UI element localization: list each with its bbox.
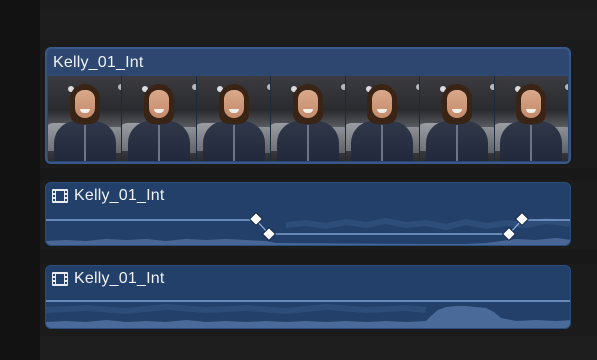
- filmstrip-frame: [196, 76, 271, 161]
- filmstrip-frame: [271, 76, 345, 161]
- timeline-screen: Kelly_01_Int Kelly_01_Int Kelly_01_Int: [0, 0, 597, 360]
- filmstrip-frame: [122, 76, 196, 161]
- video-clip-title: Kelly_01_Int: [53, 54, 144, 71]
- filmstrip-frame: [494, 76, 568, 161]
- filmstrip: [48, 76, 568, 161]
- filmstrip-frame: [48, 76, 122, 161]
- empty-lane-top: [40, 10, 597, 40]
- keyframe-diamond[interactable]: [248, 211, 264, 227]
- filmstrip-frame: [345, 76, 420, 161]
- empty-lane-bottom: [40, 336, 597, 360]
- audio-clip-2[interactable]: Kelly_01_Int: [45, 265, 571, 329]
- audio-waveform: [46, 300, 570, 328]
- audio-waveform: [46, 211, 570, 245]
- audio-clip-1[interactable]: Kelly_01_Int: [45, 182, 571, 246]
- video-clip[interactable]: Kelly_01_Int: [45, 47, 571, 164]
- timeline-left-gutter: [0, 0, 40, 360]
- filmstrip-frame: [420, 76, 494, 161]
- lane-gap: [40, 168, 597, 180]
- lane-gap: [40, 250, 597, 264]
